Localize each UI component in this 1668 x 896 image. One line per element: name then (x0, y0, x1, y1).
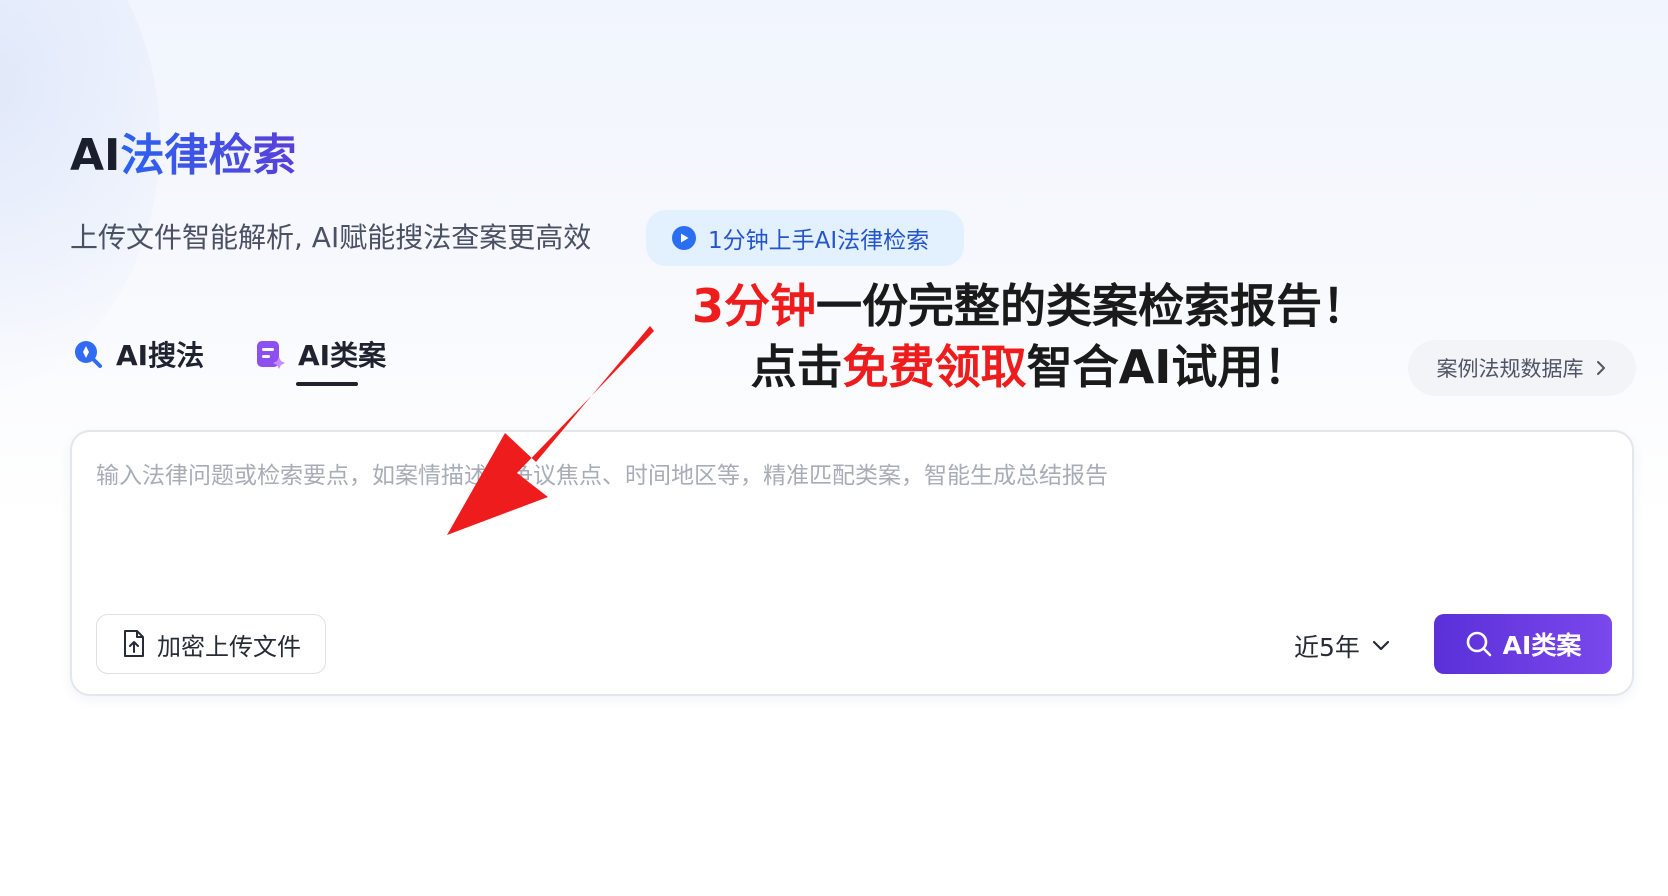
case-law-database-link[interactable]: 案例法规数据库 (1408, 340, 1636, 396)
guide-video-label: 1分钟上手AI法律检索 (708, 228, 930, 254)
promo-line-2-highlight: 免费领取 (842, 340, 1027, 394)
time-range-select[interactable]: 近5年 (1294, 626, 1390, 666)
case-law-database-label: 案例法规数据库 (1436, 357, 1584, 381)
promo-line-1-highlight: 3分钟 (691, 279, 816, 333)
page-title: AI法律检索 (70, 126, 296, 186)
play-circle-icon (672, 226, 696, 250)
promo-line-1: 3分钟一份完整的类案检索报告！ (660, 276, 1400, 337)
page-title-main: 法律检索 (120, 130, 297, 181)
search-box: 加密上传文件 近5年 AI类案 (70, 430, 1634, 696)
tab-ai-law-search[interactable]: AI搜法 (72, 334, 204, 374)
ai-case-icon (257, 341, 285, 369)
encrypted-upload-button[interactable]: 加密上传文件 (96, 614, 326, 674)
chevron-right-icon (1596, 361, 1605, 375)
ai-law-search-icon (75, 341, 102, 368)
tab-ai-case[interactable]: AI类案 (254, 334, 386, 374)
promo-line-1-text: 一份完整的类案检索报告！ (816, 279, 1368, 333)
tab-ai-law-search-label: AI搜法 (116, 339, 205, 372)
page-subtitle: 上传文件智能解析, AI赋能搜法查案更高效 (70, 221, 592, 254)
encrypted-upload-label: 加密上传文件 (157, 632, 301, 661)
guide-video-link[interactable]: 1分钟上手AI法律检索 (646, 210, 964, 266)
search-icon (1466, 631, 1491, 657)
ai-case-search-button[interactable]: AI类案 (1434, 614, 1612, 674)
search-input[interactable] (96, 456, 1596, 586)
active-tab-indicator (296, 382, 358, 386)
chevron-down-icon (1372, 640, 1390, 651)
time-range-value: 近5年 (1294, 633, 1360, 662)
ai-case-search-label: AI类案 (1502, 631, 1582, 660)
page-title-prefix: AI (70, 130, 121, 181)
promo-line-2-text: 智合AI试用！ (1026, 340, 1310, 394)
file-upload-icon (124, 630, 144, 657)
tab-ai-case-label: AI类案 (298, 339, 387, 372)
page: AI法律检索 上传文件智能解析, AI赋能搜法查案更高效 1分钟上手AI法律检索… (0, 0, 1668, 896)
promo-banner: 3分钟一份完整的类案检索报告！ 点击免费领取智合AI试用！ (660, 276, 1400, 398)
promo-line-2-prefix: 点击 (750, 340, 843, 394)
promo-line-2: 点击免费领取智合AI试用！ (660, 337, 1400, 398)
